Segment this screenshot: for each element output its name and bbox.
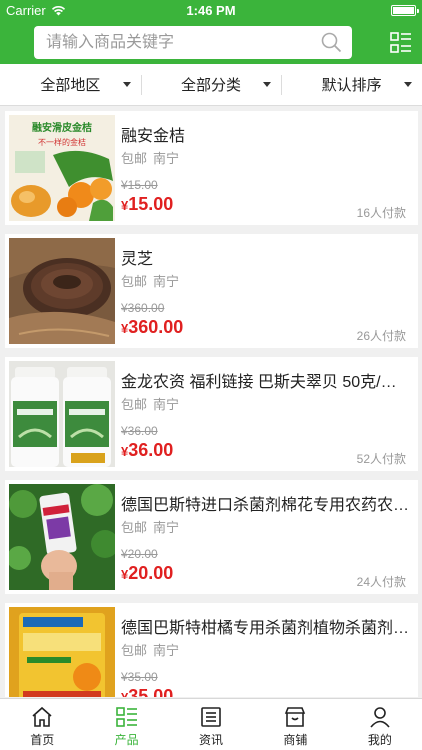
price-value: 15.00	[128, 194, 174, 214]
image-subcaption: 不一样的金桔	[38, 137, 86, 147]
product-meta: 包邮 南宁	[121, 148, 179, 167]
image-caption: 融安滑皮金桔	[32, 121, 92, 134]
tab-profile-label: 我的	[367, 733, 392, 747]
battery-icon	[391, 5, 419, 16]
product-card[interactable]: 融安滑皮金桔 不一样的金桔 融安金桔 包邮 南宁 ¥15.00 ¥15.00 16…	[5, 111, 418, 225]
shipping-label: 包邮	[121, 643, 148, 658]
city-label: 南宁	[153, 151, 180, 166]
filter-sort[interactable]: 默认排序	[281, 64, 422, 105]
shipping-label: 包邮	[121, 274, 148, 289]
category-menu-icon[interactable]	[390, 32, 412, 54]
city-label: 南宁	[153, 397, 180, 412]
original-price: ¥360.00	[121, 301, 165, 315]
original-price: ¥20.00	[121, 547, 158, 561]
product-price: ¥15.00	[121, 194, 173, 215]
sales-count: 26人付款	[356, 329, 406, 343]
sales-count: 52人付款	[356, 452, 406, 466]
filter-region[interactable]: 全部地区	[0, 64, 141, 105]
product-card[interactable]: 灵芝 包邮 南宁 ¥360.00 ¥360.00 26人付款	[5, 234, 418, 348]
caret-down-icon	[122, 82, 131, 87]
product-title: 德国巴斯特柑橘专用杀菌剂植物杀菌剂柑…	[121, 620, 411, 637]
search-input[interactable]	[34, 26, 314, 59]
header-bar	[0, 22, 422, 64]
filter-region-label: 全部地区	[40, 77, 101, 94]
product-meta: 包邮 南宁	[121, 394, 179, 413]
sales-count: 24人付款	[356, 575, 406, 589]
status-time: 1:46 PM	[186, 3, 236, 18]
person-icon	[370, 707, 390, 728]
tab-news[interactable]: 资讯	[169, 699, 253, 750]
news-icon	[201, 707, 221, 727]
product-price: ¥20.00	[121, 563, 173, 584]
tab-profile[interactable]: 我的	[338, 699, 422, 750]
product-meta: 包邮 南宁	[121, 640, 179, 659]
original-price: ¥35.00	[121, 670, 158, 684]
shipping-label: 包邮	[121, 397, 148, 412]
product-card[interactable]: 德国巴斯特柑橘专用杀菌剂植物杀菌剂柑… 包邮南宁 ¥35.00 ¥35.00	[5, 603, 418, 697]
tab-store[interactable]: 商铺	[253, 699, 337, 750]
product-meta: 包邮 南宁	[121, 517, 179, 536]
city-label: 南宁	[153, 274, 180, 289]
product-grid-icon	[115, 707, 137, 727]
tab-store-label: 商铺	[283, 733, 308, 747]
tab-news-label: 资讯	[199, 733, 224, 747]
tab-home[interactable]: 首页	[0, 699, 84, 750]
product-meta: 包邮 南宁	[121, 271, 179, 290]
home-icon	[32, 706, 52, 727]
filter-sort-label: 默认排序	[321, 77, 382, 94]
tab-home-label: 首页	[30, 733, 55, 747]
product-image	[9, 484, 115, 590]
product-image	[9, 607, 115, 697]
search-icon[interactable]	[321, 32, 342, 53]
sales-count: 16人付款	[356, 206, 406, 220]
filter-category-label: 全部分类	[181, 77, 242, 94]
price-value: 360.00	[128, 317, 184, 337]
product-card[interactable]: 德国巴斯特进口杀菌剂棉花专用农药农资… 包邮 南宁 ¥20.00 ¥20.00 2…	[5, 480, 418, 594]
product-title: 德国巴斯特进口杀菌剂棉花专用农药农资…	[121, 497, 411, 514]
city-label: 南宁	[153, 643, 180, 658]
product-list[interactable]: 融安滑皮金桔 不一样的金桔 融安金桔 包邮 南宁 ¥15.00 ¥15.00 16…	[0, 107, 422, 697]
product-title: 金龙农资 福利链接 巴斯夫翠贝 50克/瓶 …	[121, 374, 411, 391]
product-image: 融安滑皮金桔 不一样的金桔	[9, 115, 115, 221]
original-price: ¥15.00	[121, 178, 158, 192]
product-image	[9, 361, 115, 467]
filter-bar: 全部地区 全部分类 默认排序	[0, 64, 422, 106]
price-value: 35.00	[128, 686, 174, 697]
search-box[interactable]	[34, 26, 352, 59]
product-price: ¥36.00	[121, 440, 173, 461]
caret-down-icon	[263, 82, 272, 87]
product-price: ¥360.00	[121, 317, 183, 338]
tab-products[interactable]: 产品	[84, 699, 168, 750]
price-value: 20.00	[128, 563, 174, 583]
product-title: 融安金桔	[121, 128, 186, 145]
original-price: ¥36.00	[121, 424, 158, 438]
filter-category[interactable]: 全部分类	[140, 64, 282, 105]
tab-products-label: 产品	[114, 733, 139, 747]
bottom-tab-bar: 首页 产品 资讯 商铺 我的	[0, 698, 422, 750]
store-icon	[285, 707, 306, 727]
product-image	[9, 238, 115, 344]
product-price: ¥35.00	[121, 686, 173, 697]
product-card[interactable]: 金龙农资 福利链接 巴斯夫翠贝 50克/瓶 … 包邮 南宁 ¥36.00 ¥36.…	[5, 357, 418, 471]
status-bar: Carrier 1:46 PM	[0, 0, 422, 22]
caret-down-icon	[404, 82, 413, 87]
city-label: 南宁	[153, 520, 180, 535]
price-value: 36.00	[128, 440, 174, 460]
shipping-label: 包邮	[121, 151, 148, 166]
shipping-label: 包邮	[121, 520, 148, 535]
product-title: 灵芝	[121, 251, 154, 268]
